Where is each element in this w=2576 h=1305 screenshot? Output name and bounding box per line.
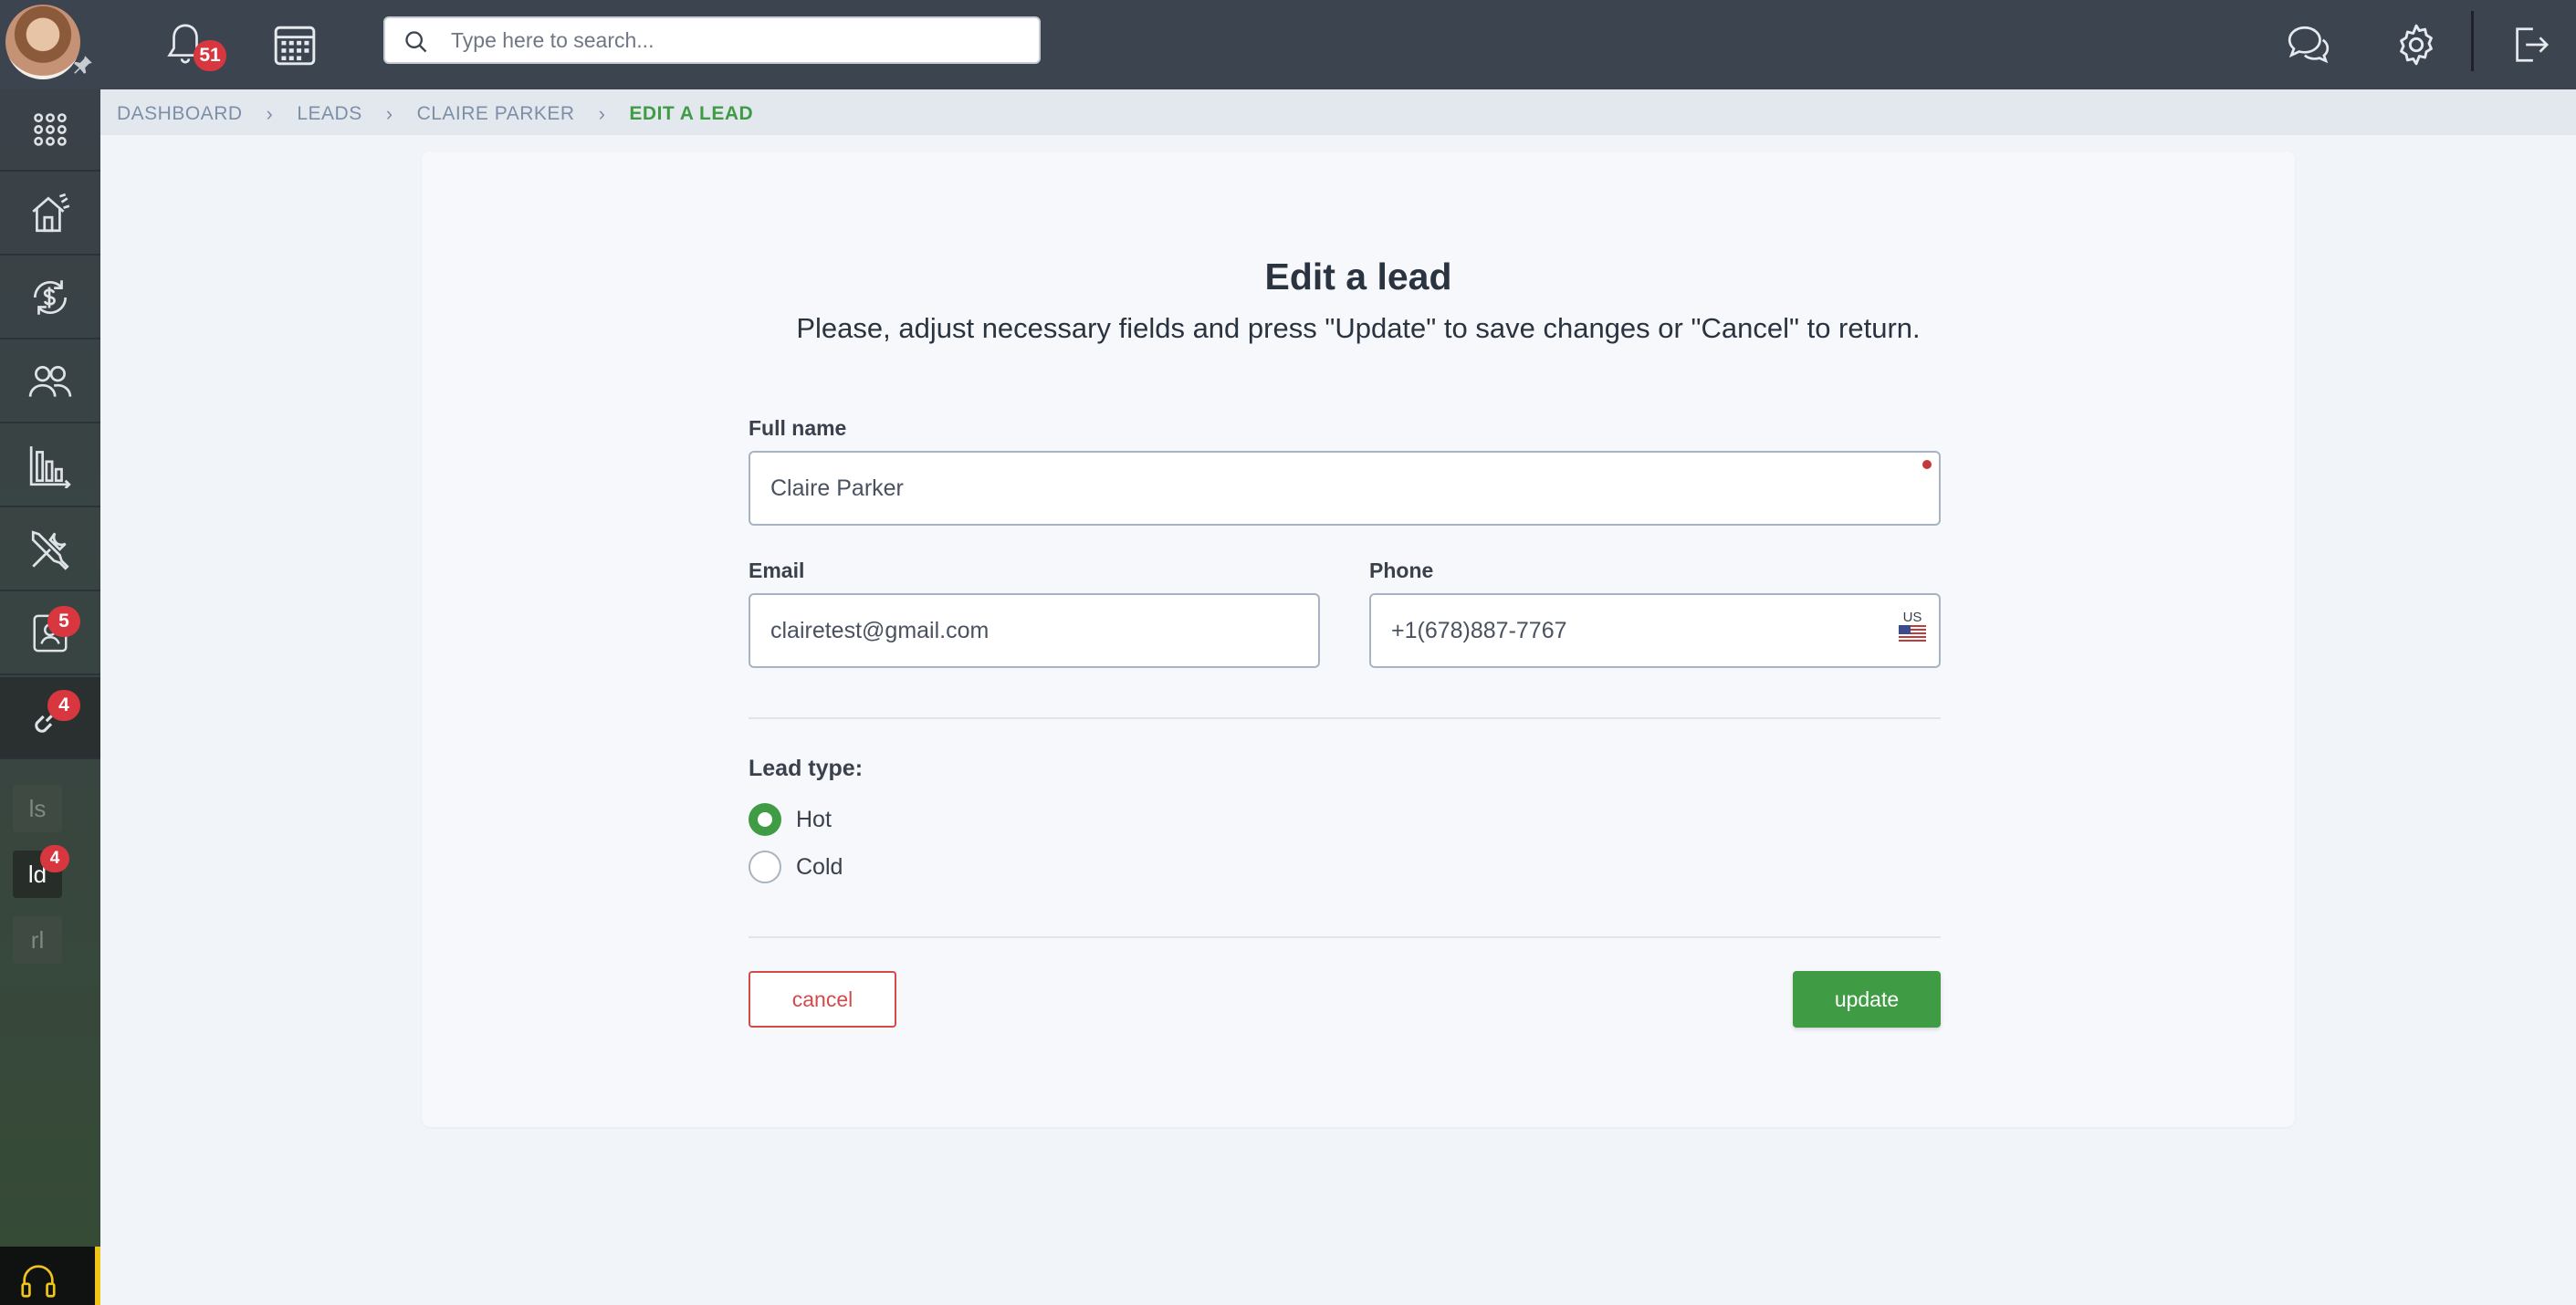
support-button[interactable]: [0, 1247, 95, 1305]
tools-icon: [31, 530, 69, 570]
chat-button[interactable]: [2278, 15, 2339, 75]
search-box[interactable]: [383, 16, 1041, 64]
pin-icon[interactable]: [71, 53, 95, 77]
mini-item-ls[interactable]: ls: [13, 785, 62, 832]
dollar-cycle-icon: [33, 280, 68, 315]
apps-grid-icon: [34, 113, 67, 146]
breadcrumb-leads[interactable]: LEADS: [297, 103, 361, 125]
mini-item-rl[interactable]: rl: [13, 916, 62, 964]
chevron-right-icon: ›: [598, 102, 606, 125]
radio-cold-label: Cold: [796, 853, 843, 880]
email-field[interactable]: [749, 593, 1320, 668]
breadcrumb-lead-name[interactable]: CLAIRE PARKER: [417, 103, 575, 125]
user-avatar[interactable]: [0, 0, 100, 89]
radio-cold[interactable]: [749, 851, 781, 883]
breadcrumb-current: EDIT A LEAD: [629, 103, 754, 124]
house-icon: [32, 193, 70, 233]
required-indicator: [1922, 460, 1932, 469]
search-icon: [405, 31, 427, 53]
logout-button[interactable]: [2499, 15, 2560, 75]
settings-button[interactable]: [2386, 15, 2446, 75]
edit-lead-card: Edit a lead Please, adjust necessary fie…: [422, 151, 2295, 1127]
page-title: Edit a lead: [1264, 256, 1452, 298]
sidebar-item-tools[interactable]: [0, 509, 100, 591]
sidebar-item-reports[interactable]: [0, 425, 100, 507]
lead-type-option-hot[interactable]: Hot: [749, 803, 832, 836]
phone-field[interactable]: US: [1369, 593, 1941, 668]
full-name-field[interactable]: [749, 451, 1941, 526]
mini-badge: 4: [40, 845, 69, 872]
avatar-photo: [5, 5, 80, 79]
sidebar-badge: 5: [47, 606, 80, 637]
phone-label: Phone: [1369, 559, 1434, 582]
radio-hot[interactable]: [749, 803, 781, 836]
full-name-input[interactable]: [770, 453, 1840, 524]
top-bar: 51: [0, 0, 2576, 89]
bar-chart-icon: [29, 446, 71, 488]
radio-hot-label: Hot: [796, 806, 832, 832]
sidebar-item-apps[interactable]: [0, 89, 100, 172]
chat-icon: [2288, 26, 2330, 64]
sidebar-badge: 4: [47, 690, 80, 721]
sidebar: 5 4 ls ld 4 rl: [0, 89, 100, 1305]
gear-icon: [2400, 24, 2433, 66]
divider: [749, 936, 1941, 938]
breadcrumb-dashboard[interactable]: DASHBOARD: [117, 103, 243, 125]
update-button[interactable]: update: [1793, 971, 1941, 1028]
calendar-button[interactable]: [265, 15, 325, 75]
email-input[interactable]: [770, 595, 1282, 666]
sidebar-item-contacts[interactable]: [0, 341, 100, 423]
notifications-button[interactable]: 51: [155, 15, 226, 75]
sidebar-item-finance[interactable]: [0, 257, 100, 339]
support-indicator: [95, 1247, 100, 1305]
sidebar-item-leads[interactable]: 4: [0, 677, 100, 759]
chevron-right-icon: ›: [385, 102, 393, 125]
page-subtitle: Please, adjust necessary fields and pres…: [796, 312, 1921, 344]
sidebar-item-properties[interactable]: [0, 173, 100, 256]
email-label: Email: [749, 559, 805, 582]
us-flag-icon: [1899, 625, 1926, 643]
headset-icon: [21, 1265, 56, 1298]
country-code: US: [1902, 610, 1922, 625]
notifications-badge: 51: [194, 40, 226, 71]
users-icon: [28, 366, 72, 397]
breadcrumb: DASHBOARD › LEADS › CLAIRE PARKER › EDIT…: [100, 89, 2576, 135]
lead-type-option-cold[interactable]: Cold: [749, 851, 843, 883]
divider: [749, 717, 1941, 719]
logout-icon: [2516, 27, 2550, 62]
search-input[interactable]: [451, 18, 1026, 62]
country-selector[interactable]: US: [1899, 610, 1926, 648]
lead-type-label: Lead type:: [749, 756, 864, 781]
phone-input[interactable]: [1391, 595, 1902, 666]
header-divider: [2471, 11, 2474, 71]
full-name-label: Full name: [749, 416, 847, 440]
sidebar-item-agents[interactable]: 5: [0, 593, 100, 675]
chevron-right-icon: ›: [266, 102, 274, 125]
calendar-icon: [274, 26, 316, 66]
cancel-button[interactable]: cancel: [749, 971, 896, 1028]
mini-item-ld[interactable]: ld 4: [13, 845, 69, 898]
